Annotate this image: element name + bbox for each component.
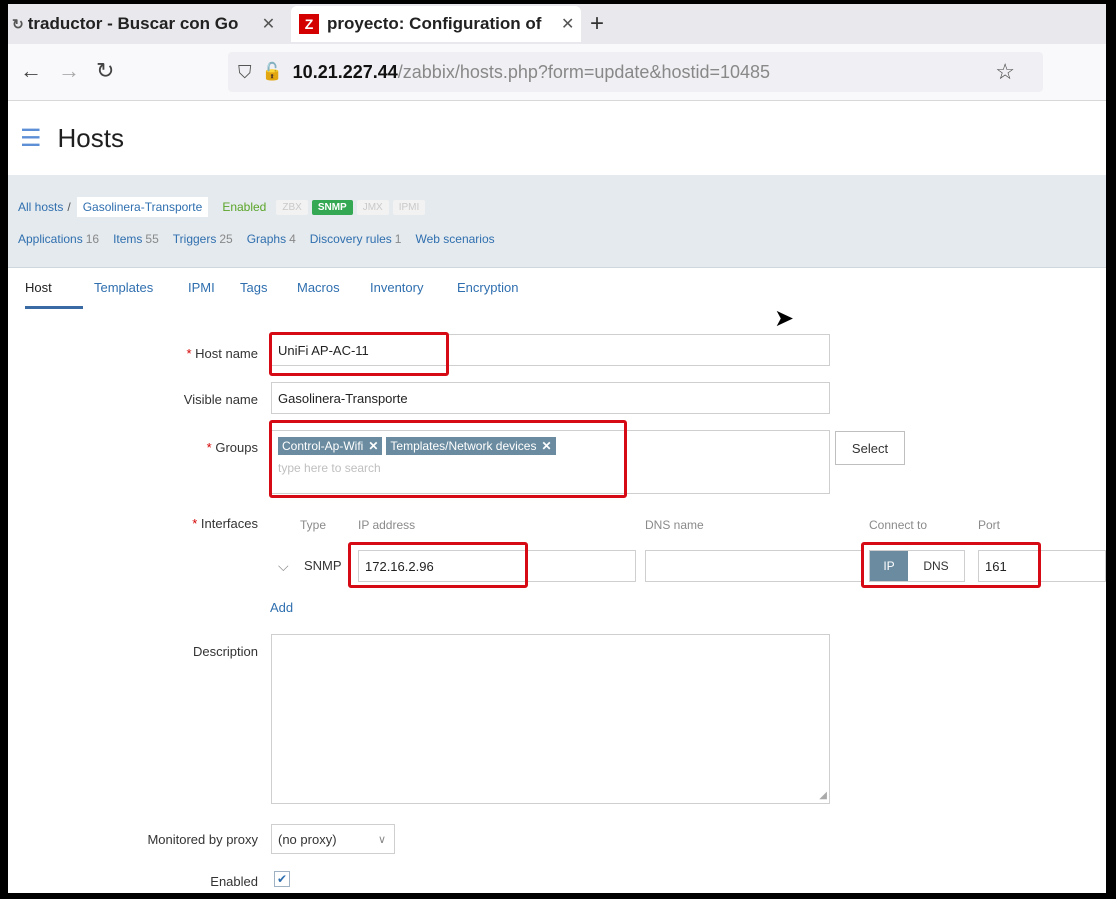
zabbix-logo-icon: Z [299, 14, 319, 34]
col-type: Type [300, 518, 327, 532]
discovery-rules-link[interactable]: Discovery rules 1 [310, 232, 402, 246]
tab-encryption[interactable]: Encryption [457, 280, 518, 295]
shield-icon: ⛉ [238, 61, 252, 82]
availability-jmx: JMX [356, 199, 389, 215]
page-title: Hosts [57, 122, 124, 153]
insecure-lock-icon: 🔓 [261, 62, 283, 81]
breadcrumb-separator: / [67, 200, 71, 214]
browser-nav-bar: ← → ↻ ⛉ 🔓 10.21.227.44 /zabbix/hosts.php… [8, 44, 1106, 101]
interface-type: SNMP [304, 558, 342, 573]
close-tab-icon[interactable]: ✕ [262, 14, 275, 34]
tab-templates[interactable]: Templates [94, 280, 153, 295]
browser-tab-bar: ↻ traductor - Buscar con Go ✕ Z proyecto… [8, 4, 1106, 44]
select-groups-button[interactable]: Select [835, 431, 905, 465]
chevron-down-icon: ∨ [377, 833, 386, 846]
browser-tab-search[interactable]: ↻ traductor - Buscar con Go ✕ [12, 6, 282, 42]
host-navigation: All hosts / Gasolinera-Transporte Enable… [8, 175, 1106, 268]
menu-icon[interactable]: ☰ [20, 124, 42, 153]
back-icon[interactable]: ← [20, 58, 42, 84]
visible-name-input[interactable]: Gasolinera-Transporte [271, 382, 830, 414]
status-badge[interactable]: Enabled [222, 200, 266, 214]
browser-tab-zabbix[interactable]: Z proyecto: Configuration of ✕ [291, 6, 581, 42]
highlight-ip [348, 542, 528, 588]
highlight-connect-port [861, 542, 1041, 588]
proxy-select[interactable]: (no proxy) ∨ [271, 824, 395, 854]
enabled-checkbox[interactable]: ✔ [274, 871, 290, 887]
col-port: Port [978, 518, 1001, 532]
url-path: /zabbix/hosts.php?form=update&hostid=104… [397, 61, 771, 82]
add-interface-link[interactable]: Add [270, 600, 293, 615]
highlight-host-name [269, 332, 449, 376]
new-tab-button[interactable]: + [590, 10, 604, 38]
host-name-label: * Host name [186, 346, 258, 361]
url-host: 10.21.227.44 [292, 61, 398, 82]
form-tabs: Host Templates IPMI Tags Macros Inventor… [8, 268, 1106, 311]
items-link[interactable]: Items 55 [113, 232, 159, 246]
enabled-label: Enabled [210, 874, 258, 889]
description-label: Description [192, 644, 258, 659]
check-icon: ✔ [276, 872, 288, 886]
breadcrumb: All hosts / Gasolinera-Transporte Enable… [18, 197, 426, 217]
mouse-cursor-icon: ➤ [774, 305, 795, 332]
reload-icon[interactable]: ↻ [96, 58, 114, 84]
availability-zbx: ZBX [276, 199, 308, 215]
tab-title: traductor - Buscar con Go [27, 14, 239, 33]
tab-tags[interactable]: Tags [240, 280, 267, 295]
availability-ipmi: IPMI [392, 199, 426, 215]
screenshot-frame: ↻ traductor - Buscar con Go ✕ Z proyecto… [8, 4, 1106, 893]
description-textarea[interactable]: ◢ [271, 634, 830, 804]
tab-macros[interactable]: Macros [297, 280, 340, 295]
proxy-label: Monitored by proxy [147, 832, 258, 847]
availability-snmp: SNMP [311, 199, 353, 215]
host-links: Applications 16 Items 55 Triggers 25 Graphs… [18, 232, 512, 246]
tab-inventory[interactable]: Inventory [370, 280, 423, 295]
close-tab-icon[interactable]: ✕ [561, 14, 574, 34]
url-bar[interactable]: ⛉ 🔓 10.21.227.44 /zabbix/hosts.php?form=… [228, 52, 1043, 92]
col-ip: IP address [358, 518, 416, 532]
host-form: * Host name UniFi AP-AC-11 Visible name … [8, 310, 1106, 893]
col-dns: DNS name [645, 518, 704, 532]
forward-icon[interactable]: → [58, 58, 80, 84]
current-host-link[interactable]: Gasolinera-Transporte [76, 197, 209, 217]
interfaces-label: * Interfaces [192, 516, 258, 531]
chevron-down-icon[interactable]: ⌵ [278, 558, 289, 575]
triggers-link[interactable]: Triggers 25 [173, 232, 233, 246]
applications-link[interactable]: Applications 16 [18, 232, 99, 246]
resize-handle-icon[interactable]: ◢ [819, 790, 827, 801]
highlight-groups [269, 420, 627, 498]
dns-name-input[interactable] [645, 550, 863, 582]
graphs-link[interactable]: Graphs 4 [247, 232, 296, 246]
web-scenarios-link[interactable]: Web scenarios [415, 232, 497, 246]
groups-label: * Groups [206, 440, 258, 455]
tab-host[interactable]: Host [25, 280, 52, 295]
bookmark-star-icon[interactable]: ☆ [995, 59, 1015, 85]
tab-ipmi[interactable]: IPMI [188, 280, 215, 295]
visible-name-label: Visible name [183, 392, 258, 407]
active-tab-indicator [25, 306, 83, 309]
all-hosts-link[interactable]: All hosts [18, 200, 63, 214]
tab-title: proyecto: Configuration of [327, 14, 542, 33]
reload-icon: ↻ [12, 15, 24, 32]
col-connect: Connect to [869, 518, 928, 532]
page-header: ☰ Hosts [8, 101, 1106, 175]
